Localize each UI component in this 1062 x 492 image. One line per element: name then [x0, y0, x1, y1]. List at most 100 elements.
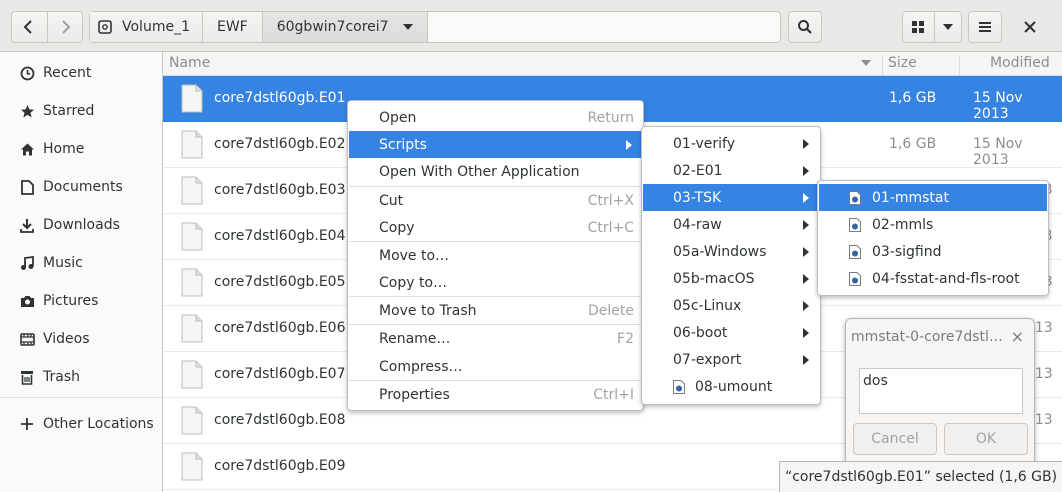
file-icon	[181, 406, 203, 435]
scripts-item-04-raw[interactable]: 04-raw	[643, 211, 819, 238]
scripts-item-05a-windows[interactable]: 05a-Windows	[643, 238, 819, 265]
tsk-item-02-mmls[interactable]: 02-mmls	[819, 211, 1047, 238]
menu-item-open-with[interactable]: Open With Other Application	[349, 158, 642, 185]
file-name: core7dstl60gb.E07	[214, 366, 346, 382]
submenu-arrow-icon	[803, 300, 809, 311]
menu-item-accel: Delete	[588, 302, 634, 319]
menu-item-cut[interactable]: Cut Ctrl+X	[349, 187, 642, 214]
menu-item-scripts[interactable]: Scripts	[349, 131, 642, 158]
clock-icon	[19, 65, 35, 81]
sidebar-item-documents[interactable]: Documents	[0, 168, 162, 206]
sidebar-item-other-locations[interactable]: Other Locations	[0, 405, 162, 443]
main-menu-button[interactable]	[968, 11, 1002, 43]
star-icon	[19, 103, 35, 119]
search-button[interactable]	[788, 11, 822, 43]
file-icon	[181, 84, 203, 113]
cancel-button[interactable]: Cancel	[853, 423, 937, 455]
scripts-submenu: 01-verify 02-E01 03-TSK 04-raw 05a-Windo…	[641, 126, 821, 405]
close-window-button[interactable]	[1018, 15, 1042, 39]
menu-item-compress[interactable]: Compress…	[349, 353, 642, 380]
sidebar-item-home[interactable]: Home	[0, 130, 162, 168]
forward-icon	[62, 20, 71, 34]
menu-item-label: 06-boot	[673, 324, 728, 341]
scripts-item-05b-macos[interactable]: 05b-macOS	[643, 265, 819, 292]
file-icon	[181, 360, 203, 389]
menu-item-move-to[interactable]: Move to…	[349, 242, 642, 269]
submenu-arrow-icon	[803, 165, 809, 176]
sidebar-item-pictures[interactable]: Pictures	[0, 282, 162, 320]
menu-item-rename[interactable]: Rename… F2	[349, 325, 642, 352]
dialog-text-output[interactable]: dos	[859, 368, 1023, 414]
back-icon	[23, 20, 32, 34]
menu-item-copy-to[interactable]: Copy to…	[349, 269, 642, 296]
view-dropdown-button[interactable]	[935, 12, 961, 42]
menu-item-accel: Ctrl+I	[593, 386, 634, 403]
plus-icon	[19, 416, 35, 432]
menu-item-move-to-trash[interactable]: Move to Trash Delete	[349, 297, 642, 324]
sidebar-item-recent[interactable]: Recent	[0, 54, 162, 92]
sort-indicator-icon	[861, 60, 871, 66]
scripts-item-07-export[interactable]: 07-export	[643, 346, 819, 373]
sidebar-item-trash[interactable]: Trash	[0, 358, 162, 396]
file-icon	[181, 452, 203, 481]
file-icon	[181, 314, 203, 343]
menu-item-accel: Ctrl+C	[587, 219, 634, 236]
scripts-item-05c-linux[interactable]: 05c-Linux	[643, 292, 819, 319]
sidebar-item-starred[interactable]: Starred	[0, 92, 162, 130]
menu-item-label: 05b-macOS	[673, 270, 755, 287]
sidebar-item-label: Other Locations	[43, 416, 154, 432]
menu-item-label: 02-E01	[673, 162, 723, 179]
mmstat-dialog: mmstat-0-core7dstl… × dos Cancel OK	[845, 318, 1035, 466]
script-icon	[849, 245, 861, 259]
camera-icon	[19, 293, 35, 309]
grid-view-button[interactable]	[903, 12, 935, 42]
menu-item-open[interactable]: Open Return	[349, 104, 642, 131]
file-modified: 15 Nov 2013	[973, 90, 1023, 122]
menu-item-properties[interactable]: Properties Ctrl+I	[349, 381, 642, 408]
sidebar-item-label: Pictures	[43, 293, 99, 309]
home-icon	[19, 141, 35, 157]
menu-item-label: Compress…	[379, 358, 463, 375]
file-name: core7dstl60gb.E09	[214, 458, 346, 474]
column-header-size[interactable]: Size	[888, 55, 917, 71]
scripts-item-02-e01[interactable]: 02-E01	[643, 157, 819, 184]
menu-item-label: Move to…	[379, 247, 450, 264]
sidebar-item-label: Home	[43, 141, 85, 157]
trash-icon	[19, 369, 35, 385]
sidebar-item-downloads[interactable]: Downloads	[0, 206, 162, 244]
tsk-item-03-sigfind[interactable]: 03-sigfind	[819, 238, 1047, 265]
submenu-arrow-icon	[626, 139, 632, 150]
scripts-item-01-verify[interactable]: 01-verify	[643, 130, 819, 157]
scripts-item-08-umount[interactable]: 08-umount	[643, 373, 819, 400]
submenu-arrow-icon	[803, 327, 809, 338]
script-icon	[849, 191, 861, 205]
file-icon	[181, 222, 203, 251]
path-crumb-volume[interactable]: Volume_1	[90, 12, 203, 42]
close-icon[interactable]: ×	[1011, 327, 1024, 346]
grid-view-icon	[912, 21, 925, 33]
path-crumb-ewf[interactable]: EWF	[202, 12, 263, 42]
sidebar-item-music[interactable]: Music	[0, 244, 162, 282]
menu-item-label: 05a-Windows	[673, 243, 767, 260]
tsk-item-04-fsstat-and-fls-root[interactable]: 04-fsstat-and-fls-root	[819, 265, 1047, 292]
tsk-item-01-mmstat[interactable]: 01-mmstat	[819, 184, 1047, 211]
menu-item-label: 03-sigfind	[872, 243, 942, 260]
scripts-item-06-boot[interactable]: 06-boot	[643, 319, 819, 346]
file-name: core7dstl60gb.E03	[214, 182, 346, 198]
ok-button[interactable]: OK	[944, 423, 1028, 455]
submenu-arrow-icon	[803, 246, 809, 257]
scripts-item-03-tsk[interactable]: 03-TSK	[643, 184, 819, 211]
column-header-name[interactable]: Name	[169, 55, 210, 71]
path-crumb-current[interactable]: 60gbwin7corei7	[262, 12, 428, 42]
menu-item-label: Properties	[379, 386, 450, 403]
sidebar-item-videos[interactable]: Videos	[0, 320, 162, 358]
forward-button[interactable]	[46, 12, 83, 42]
column-header-modified[interactable]: Modified	[990, 55, 1050, 71]
back-button[interactable]	[12, 12, 47, 42]
document-icon	[19, 179, 35, 195]
file-size: 1,6 GB	[889, 136, 937, 152]
drive-icon	[98, 20, 112, 34]
file-icon	[181, 268, 203, 297]
chevron-down-icon	[402, 24, 413, 30]
menu-item-copy[interactable]: Copy Ctrl+C	[349, 214, 642, 241]
